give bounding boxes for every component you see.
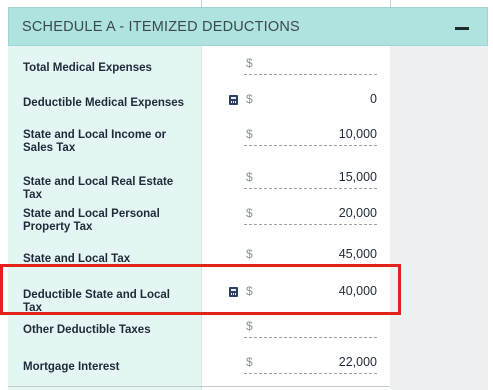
row-label: State and Local Income or Sales Tax <box>23 129 167 154</box>
row-state-local-personal-property-tax: State and Local Personal Property Tax $ … <box>8 204 390 238</box>
row-state-local-real-estate-tax: State and Local Real Estate Tax $ 15,000 <box>8 168 390 201</box>
deductible-medical-expenses-field: $ 0 <box>244 90 377 110</box>
dollar-sign: $ <box>246 319 253 333</box>
previous-section-edge <box>0 0 493 7</box>
state-local-income-sales-tax-field[interactable]: $ 10,000 <box>244 125 377 146</box>
total-medical-expenses-field[interactable]: $ <box>244 54 377 75</box>
dollar-sign: $ <box>246 206 253 220</box>
dollar-sign: $ <box>246 247 253 261</box>
column-divider-tick <box>390 0 391 7</box>
row-mortgage-interest: Mortgage Interest $ 22,000 <box>8 353 390 383</box>
row-label: Total Medical Expenses <box>23 62 152 74</box>
dollar-sign: $ <box>246 127 253 141</box>
field-value: 10,000 <box>338 127 377 141</box>
field-value: 22,000 <box>338 355 377 369</box>
row-label: Deductible Medical Expenses <box>23 97 185 109</box>
mortgage-interest-field[interactable]: $ 22,000 <box>244 353 377 374</box>
calculator-icon[interactable] <box>229 95 238 105</box>
dollar-sign: $ <box>246 92 253 106</box>
minus-icon[interactable] <box>451 16 473 38</box>
field-value: 45,000 <box>338 247 377 261</box>
row-label: State and Local Real Estate Tax <box>23 176 174 201</box>
row-deductible-medical-expenses: Deductible Medical Expenses $ 0 <box>8 90 390 118</box>
side-column <box>390 46 488 390</box>
dollar-sign: $ <box>246 56 253 70</box>
row-label: Deductible State and Local Tax <box>23 289 170 314</box>
state-local-real-estate-tax-field[interactable]: $ 15,000 <box>244 168 377 189</box>
schedule-a-panel: SCHEDULE A - ITEMIZED DEDUCTIONS Total M… <box>0 0 493 390</box>
field-value: 20,000 <box>338 206 377 220</box>
section-bottom-border <box>8 386 390 387</box>
section-header[interactable]: SCHEDULE A - ITEMIZED DEDUCTIONS <box>8 7 488 46</box>
other-deductible-taxes-field[interactable]: $ <box>244 317 377 338</box>
field-value: 15,000 <box>338 170 377 184</box>
state-local-personal-property-tax-field[interactable]: $ 20,000 <box>244 204 377 225</box>
column-divider-tick <box>201 0 202 7</box>
row-state-local-tax: State and Local Tax $ 45,000 <box>8 245 390 273</box>
row-label: State and Local Personal Property Tax <box>23 208 160 233</box>
row-other-deductible-taxes: Other Deductible Taxes $ <box>8 317 390 345</box>
row-state-local-income-sales-tax: State and Local Income or Sales Tax $ 10… <box>8 125 390 159</box>
dollar-sign: $ <box>246 355 253 369</box>
row-label: Other Deductible Taxes <box>23 324 151 336</box>
field-value: 0 <box>370 92 377 106</box>
row-total-medical-expenses: Total Medical Expenses $ <box>8 54 390 84</box>
section-title: SCHEDULE A - ITEMIZED DEDUCTIONS <box>22 19 300 35</box>
dollar-sign: $ <box>246 284 253 298</box>
field-value: 40,000 <box>338 284 377 298</box>
deductible-state-local-tax-field: $ 40,000 <box>244 282 377 302</box>
state-local-tax-field[interactable]: $ 45,000 <box>244 245 377 266</box>
row-deductible-state-local-tax: Deductible State and Local Tax $ 40,000 <box>8 280 390 314</box>
panel-edge <box>488 0 493 390</box>
calculator-icon[interactable] <box>229 287 238 297</box>
dollar-sign: $ <box>246 170 253 184</box>
row-label: Mortgage Interest <box>23 361 120 373</box>
row-label: State and Local Tax <box>23 253 131 265</box>
